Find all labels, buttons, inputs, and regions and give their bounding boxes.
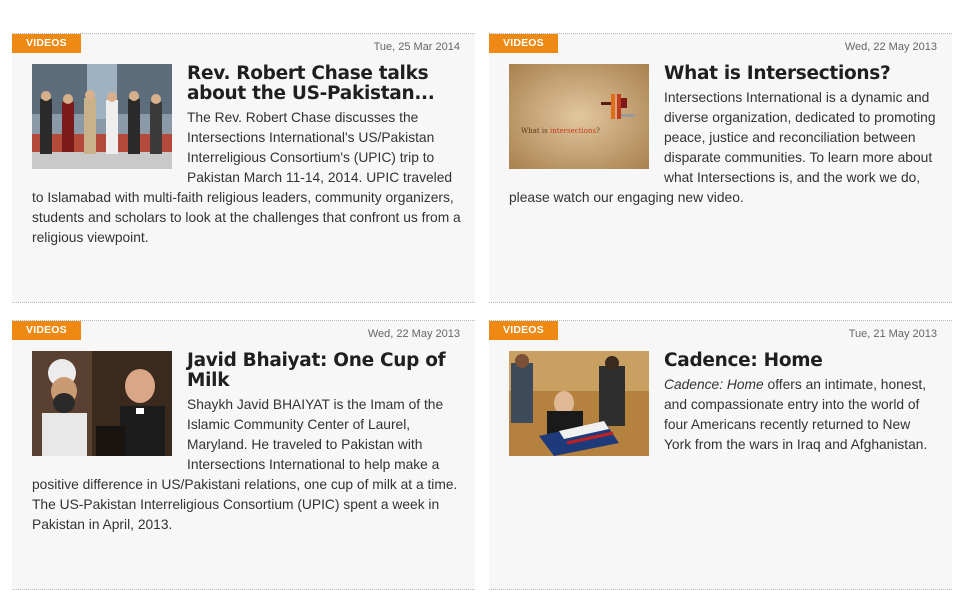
video-thumbnail[interactable] — [32, 64, 172, 169]
description-emphasis: Cadence: Home — [664, 377, 764, 392]
videos-tag[interactable]: VIDEOS — [12, 34, 81, 53]
videos-tag[interactable]: VIDEOS — [489, 321, 558, 340]
videos-tag[interactable]: VIDEOS — [489, 34, 558, 53]
thumbnail-caption: What is intersections? — [521, 127, 600, 135]
video-card: VIDEOS Tue, 25 Mar 2014 Rev. Robert Chas… — [12, 33, 475, 303]
post-date: Wed, 22 May 2013 — [367, 328, 460, 340]
card-content: Javid Bhaiyat: One Cup of Milk Shaykh Ja… — [32, 351, 463, 535]
video-thumbnail[interactable]: What is intersections? — [509, 64, 649, 169]
card-content: What is intersections? What is Intersect… — [509, 64, 940, 208]
videos-tag[interactable]: VIDEOS — [12, 321, 81, 340]
post-date: Tue, 21 May 2013 — [848, 328, 937, 340]
post-date: Tue, 25 Mar 2014 — [373, 41, 460, 53]
card-content: Rev. Robert Chase talks about the US-Pak… — [32, 64, 463, 248]
video-thumbnail[interactable] — [32, 351, 172, 456]
video-card: VIDEOS Wed, 22 May 2013 Javid Bhaiyat: O… — [12, 320, 475, 590]
video-card: VIDEOS Wed, 22 May 2013 What is intersec… — [489, 33, 952, 303]
video-thumbnail[interactable] — [509, 351, 649, 456]
post-date: Wed, 22 May 2013 — [844, 41, 937, 53]
video-card: VIDEOS Tue, 21 May 2013 Cadence: Home Ca… — [489, 320, 952, 590]
card-content: Cadence: Home Cadence: Home offers an in… — [509, 351, 940, 464]
